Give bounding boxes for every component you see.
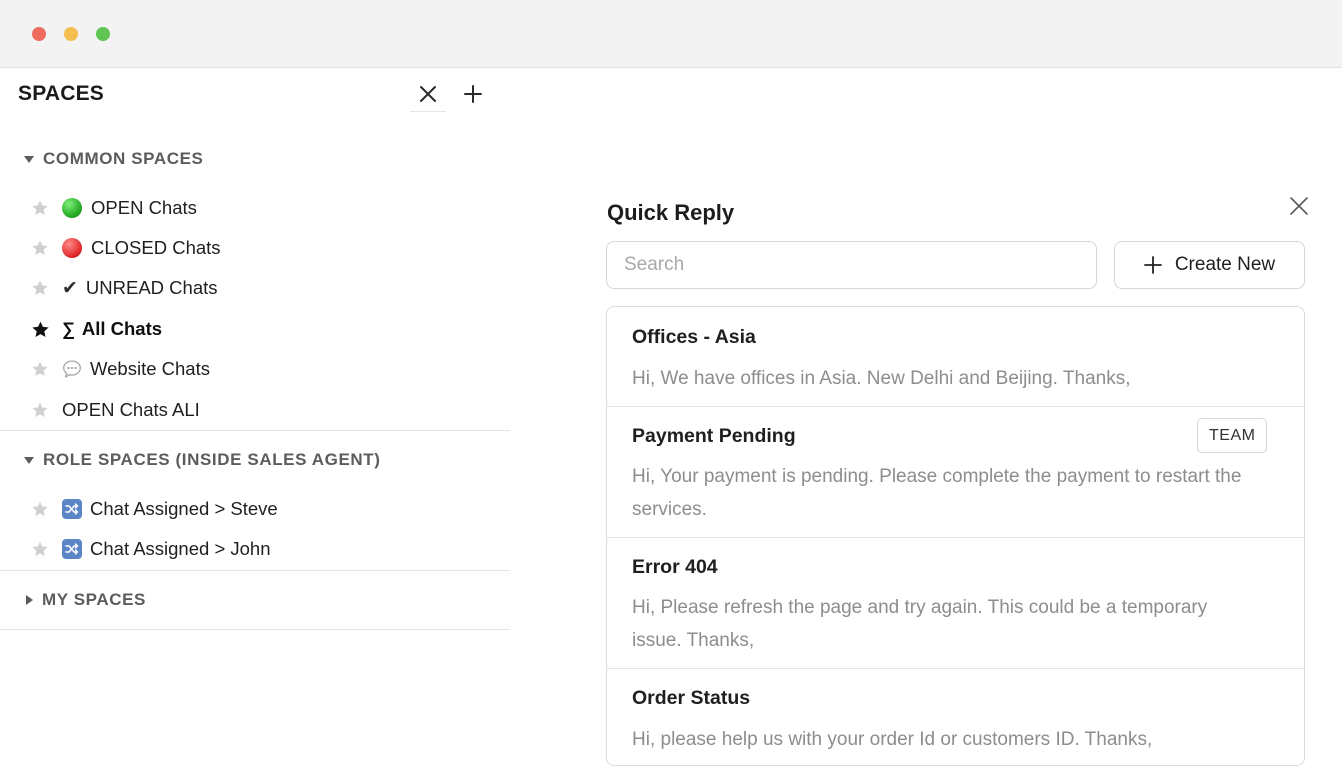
section-divider <box>0 570 510 571</box>
section-label: MY SPACES <box>42 590 146 609</box>
sigma-icon: ∑ <box>62 318 75 339</box>
section-divider <box>0 629 510 630</box>
quick-reply-item[interactable]: Payment Pending TEAM Hi, Your payment is… <box>607 406 1304 537</box>
section-label: ROLE SPACES (INSIDE SALES AGENT) <box>43 450 381 469</box>
space-item-label: UNREAD Chats <box>85 277 218 298</box>
close-spaces-button[interactable] <box>410 76 446 112</box>
section-my-spaces[interactable]: MY SPACES <box>24 590 146 610</box>
space-item-unread-chats[interactable]: ✔ UNREAD Chats <box>30 273 218 303</box>
caret-right-icon <box>26 595 33 605</box>
close-icon <box>420 85 436 102</box>
space-item-label: CLOSED Chats <box>91 237 221 258</box>
quick-reply-list: Offices - Asia Hi, We have offices in As… <box>606 306 1305 766</box>
shuffle-icon <box>62 539 82 559</box>
quick-reply-title-text: Offices - Asia <box>632 326 756 348</box>
space-item-label: Chat Assigned > John <box>90 538 271 559</box>
quick-reply-body-text: Hi, please help us with your order Id or… <box>632 729 1153 750</box>
section-label: COMMON SPACES <box>43 149 204 168</box>
quick-reply-title: Quick Reply <box>607 200 735 225</box>
space-item-label: Chat Assigned > Steve <box>90 498 278 519</box>
star-icon[interactable] <box>30 539 50 559</box>
quick-reply-title-text: Error 404 <box>632 556 718 578</box>
star-icon[interactable] <box>30 499 50 519</box>
section-divider <box>0 430 510 431</box>
quick-reply-title-text: Order Status <box>632 687 751 709</box>
space-item-label: Website Chats <box>90 358 210 379</box>
checkmark-icon: ✔ <box>62 277 78 299</box>
window-zoom-control[interactable] <box>96 27 110 41</box>
space-item-open-chats[interactable]: OPEN Chats <box>30 193 197 223</box>
plus-icon <box>464 85 482 103</box>
team-badge: TEAM <box>1197 418 1268 453</box>
window-close-control[interactable] <box>32 27 46 41</box>
star-icon[interactable] <box>30 278 50 298</box>
close-quick-reply-button[interactable] <box>1286 193 1312 219</box>
star-icon[interactable] <box>30 400 50 420</box>
quick-reply-item[interactable]: Error 404 Hi, Please refresh the page an… <box>607 537 1304 668</box>
star-filled-icon[interactable] <box>30 319 50 339</box>
space-item-all-chats[interactable]: ∑ All Chats <box>30 314 162 344</box>
shuffle-icon <box>62 499 82 519</box>
section-common-spaces[interactable]: COMMON SPACES <box>24 149 204 169</box>
spaces-title: SPACES <box>18 82 104 105</box>
create-new-button[interactable]: Create New <box>1114 241 1305 289</box>
space-item-label: OPEN Chats ALI <box>62 399 200 420</box>
caret-down-icon <box>24 155 34 163</box>
quick-reply-body-text: Hi, We have offices in Asia. New Delhi a… <box>632 368 1131 389</box>
space-item-label: OPEN Chats <box>91 197 197 218</box>
red-circle-icon <box>62 238 82 258</box>
quick-reply-body-text: Hi, Please refresh the page and try agai… <box>632 597 1208 651</box>
window-minimize-control[interactable] <box>64 27 78 41</box>
space-item-open-chats-ali[interactable]: OPEN Chats ALI <box>30 395 200 425</box>
speech-bubble-icon <box>63 360 81 378</box>
add-space-button[interactable] <box>455 76 491 112</box>
window-titlebar <box>0 0 1342 68</box>
star-icon[interactable] <box>30 359 50 379</box>
space-item-closed-chats[interactable]: CLOSED Chats <box>30 233 221 263</box>
star-icon[interactable] <box>30 198 50 218</box>
green-circle-icon <box>62 198 82 218</box>
quick-reply-body-text: Hi, Your payment is pending. Please comp… <box>632 466 1242 520</box>
quick-reply-item[interactable]: Offices - Asia Hi, We have offices in As… <box>607 307 1304 406</box>
star-icon[interactable] <box>30 238 50 258</box>
space-item-chat-assigned-john[interactable]: Chat Assigned > John <box>30 534 271 564</box>
create-new-label: Create New <box>1174 254 1276 275</box>
caret-down-icon <box>24 456 34 464</box>
space-item-label: All Chats <box>81 318 163 339</box>
space-item-website-chats[interactable]: Website Chats <box>30 354 210 384</box>
close-icon <box>1290 197 1308 215</box>
quick-reply-search-input[interactable] <box>606 241 1097 289</box>
quick-reply-item[interactable]: Order Status Hi, please help us with you… <box>607 668 1304 765</box>
plus-icon <box>1143 256 1162 274</box>
quick-reply-title-text: Payment Pending <box>632 425 796 447</box>
section-role-spaces[interactable]: ROLE SPACES (INSIDE SALES AGENT) <box>24 450 381 470</box>
space-item-chat-assigned-steve[interactable]: Chat Assigned > Steve <box>30 494 278 524</box>
